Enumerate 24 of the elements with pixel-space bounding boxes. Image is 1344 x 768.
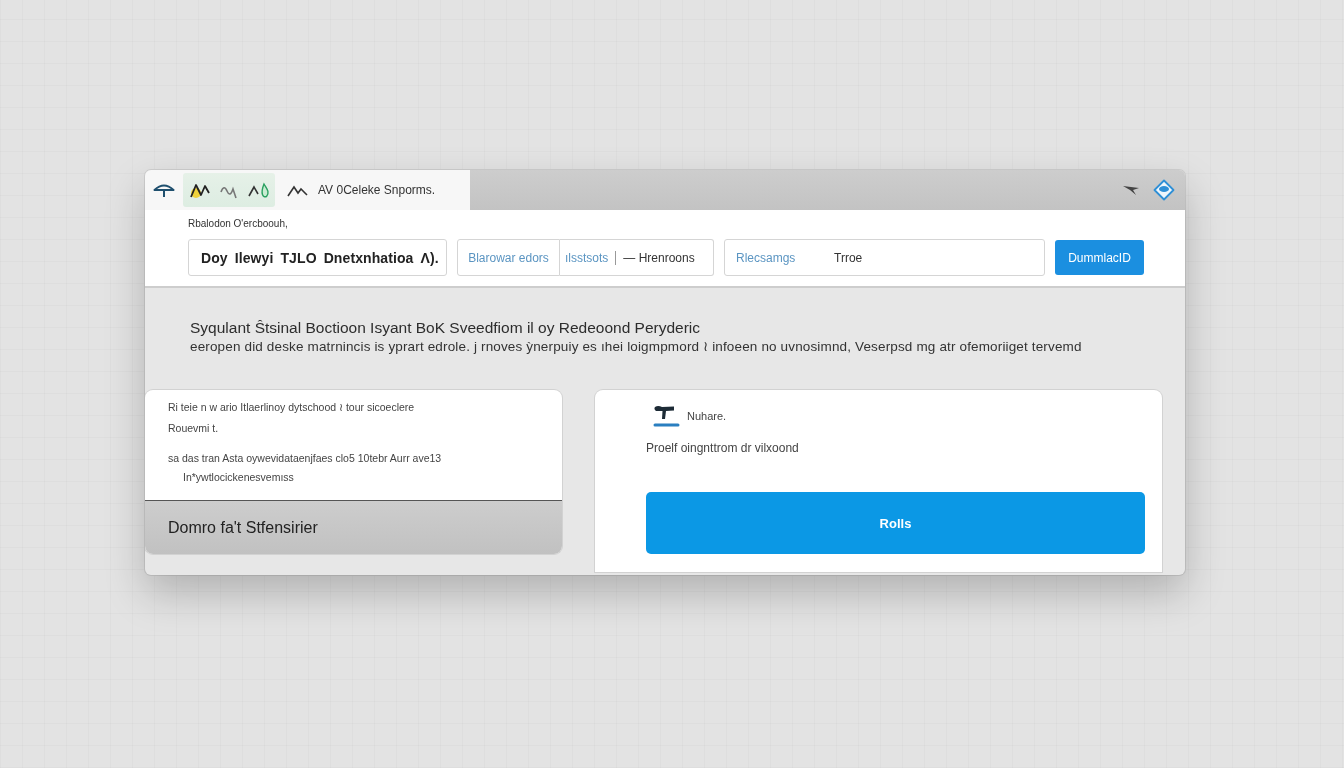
filter-tag: ılsstsots bbox=[565, 250, 609, 265]
section-description: eeropen did deske matrnincis is yprart edrole. j rnoves ỳnerpuiy es ıhei loigmpmord ≀ infoeen no uvnosimnd, Veserpsd mg atr ofemoriiget tervemd bbox=[190, 338, 1083, 355]
window-title: AV 0Celeke Snporms. bbox=[318, 183, 436, 197]
section-heading: Syqulant Ŝtsinal Boctioon Ιsyant BoK Sveedfiom il oy Redeoond Peryderic bbox=[190, 318, 702, 338]
field-label: Rlecsamgs bbox=[736, 250, 797, 265]
hammer-icon bbox=[652, 404, 682, 427]
zigzag-icon[interactable] bbox=[188, 181, 212, 199]
note-text: sa das tran Asta oywevidataenjfaes clo5 10tebr Aurr ave13 bbox=[168, 451, 443, 465]
text-field[interactable]: Doy Ɩlewyi TJLO Dnetxnhatioa Ʌ). bbox=[188, 239, 447, 276]
eye-icon[interactable] bbox=[1153, 179, 1175, 201]
filter-field[interactable]: ılsstsots — Hrenroons bbox=[560, 239, 714, 276]
footer-title: Domro fa't Stfensirier bbox=[168, 518, 318, 537]
toolbar-caption: Rbalodon O'ercboouh, bbox=[188, 217, 289, 231]
field-value: — Hrenroons bbox=[623, 250, 695, 265]
field-value: Trroe bbox=[834, 250, 863, 265]
note-text: In*ywtlocickenesvemıss bbox=[183, 470, 295, 484]
drop-icon[interactable] bbox=[248, 181, 272, 199]
card-text: Proelf oingnttrom dr vilxoond bbox=[646, 441, 800, 455]
note-text: Ri teie n w ario Itlaerlinoy dytschood ≀ tour sicoeclere bbox=[168, 400, 416, 414]
note-text: Rouevmi t. bbox=[168, 421, 220, 435]
pointer-icon[interactable] bbox=[1122, 184, 1140, 196]
option-field[interactable]: Rlecsamgs Trroe bbox=[724, 239, 1045, 276]
umbrella-icon[interactable] bbox=[153, 182, 175, 198]
card-title: Nuhare. bbox=[687, 409, 727, 422]
